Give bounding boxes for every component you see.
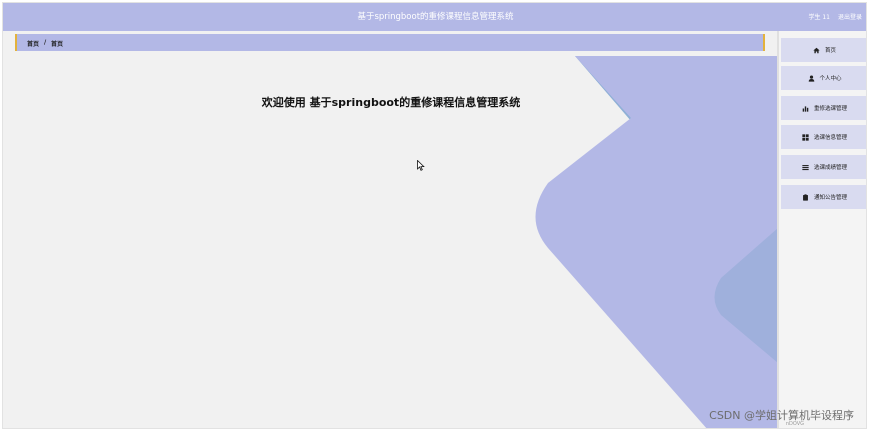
logout-link[interactable]: 退出登录 (838, 12, 862, 21)
decoration-inner-shape (714, 228, 778, 363)
app-title: 基于springboot的重修课程信息管理系统 (357, 12, 514, 22)
bar-chart-icon (802, 104, 810, 112)
sidebar-menu: 首页 个人中心 重修选课管理 选课信息管理 选课成绩管理 通知公告管理 (777, 31, 866, 428)
sidebar-item-label: 选课信息管理 (813, 135, 847, 141)
app-window: 基于springboot的重修课程信息管理系统 学生 11 退出登录 首页 / … (2, 2, 867, 429)
sidebar-item-label: 首页 (824, 48, 836, 54)
home-icon (813, 46, 821, 54)
sidebar-item-label: 个人中心 (819, 76, 842, 82)
sidebar-item-label: 选课成绩管理 (813, 165, 847, 171)
breadcrumb-root[interactable]: 首页 (27, 39, 39, 48)
decoration-blue-shape (575, 56, 685, 121)
top-header: 基于springboot的重修课程信息管理系统 学生 11 退出登录 (3, 3, 866, 31)
clipboard-icon (802, 193, 810, 201)
sidebar-item-label: 重修选课管理 (813, 106, 847, 112)
watermark: CSDN @学姐计算机毕设程序 (709, 409, 854, 422)
list-icon (802, 163, 810, 171)
user-icon (807, 74, 815, 82)
sidebar-item-course-info[interactable]: 选课信息管理 (781, 125, 866, 149)
welcome-heading: 欢迎使用 基于springboot的重修课程信息管理系统 (261, 96, 521, 109)
sidebar-item-profile[interactable]: 个人中心 (781, 66, 866, 90)
mouse-cursor-icon (417, 160, 425, 171)
current-user: 学生 11 (808, 14, 830, 21)
background-decoration (535, 56, 778, 428)
decoration-main-shape (535, 56, 778, 428)
sidebar-item-home[interactable]: 首页 (781, 38, 866, 62)
breadcrumb-separator: / (44, 39, 47, 46)
breadcrumb: 首页 / 首页 (15, 34, 765, 51)
watermark-sub: nDOVG (785, 421, 804, 427)
breadcrumb-current: 首页 (51, 41, 64, 48)
sidebar-item-announcements[interactable]: 通知公告管理 (781, 185, 866, 209)
sidebar-item-retake-course[interactable]: 重修选课管理 (781, 96, 866, 120)
grid-icon (802, 133, 810, 141)
sidebar-item-label: 通知公告管理 (813, 195, 847, 201)
sidebar-item-course-grades[interactable]: 选课成绩管理 (781, 155, 866, 179)
